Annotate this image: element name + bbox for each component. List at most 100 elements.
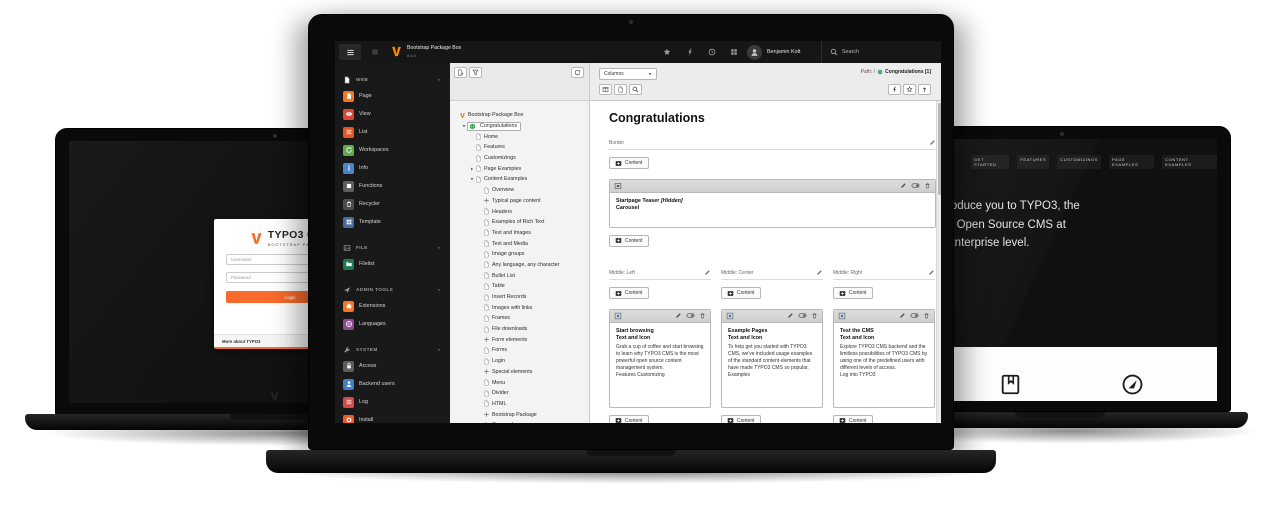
tree-item[interactable]: Home [450, 131, 589, 142]
tree-item-selected[interactable]: Congratulations [467, 122, 521, 131]
columns-button[interactable] [599, 84, 612, 95]
tree-item[interactable]: HTML [450, 399, 589, 410]
star-outline-button[interactable] [903, 84, 916, 95]
tree-item[interactable]: Bootstrap Package Box [450, 110, 589, 121]
tree-item[interactable]: Text and Images [450, 228, 589, 239]
sidebar-item-list[interactable]: List [335, 123, 450, 141]
star-icon[interactable] [663, 48, 671, 56]
menu-section-system[interactable]: SYSTEM [335, 342, 450, 357]
tree-item[interactable]: Carousel [450, 420, 589, 423]
page-button[interactable] [614, 84, 627, 95]
toggle-icon[interactable] [910, 311, 919, 320]
nav-item-customizings[interactable]: CUSTOMIZINGS [1057, 155, 1101, 169]
avatar[interactable] [747, 45, 762, 60]
sidebar-item-recycler[interactable]: Recycler [335, 195, 450, 213]
pencil-icon[interactable] [900, 182, 907, 189]
trash-icon[interactable] [699, 312, 706, 319]
sidebar-item-page[interactable]: Page [335, 87, 450, 105]
tree-item[interactable]: Any language, any character [450, 260, 589, 271]
trash-icon[interactable] [923, 312, 930, 319]
sidebar-item-template[interactable]: Template [335, 213, 450, 231]
sidebar-item-log[interactable]: Log [335, 393, 450, 411]
sidebar-item-info[interactable]: Info [335, 159, 450, 177]
tree-item[interactable]: Bullet List [450, 270, 589, 281]
share-button[interactable] [918, 84, 931, 95]
sidebar-item-backend-users[interactable]: Backend users [335, 375, 450, 393]
tree-item[interactable]: Table [450, 281, 589, 292]
tree-item[interactable]: Divider [450, 388, 589, 399]
trash-icon[interactable] [811, 312, 818, 319]
trash-icon[interactable] [924, 182, 931, 189]
clock-icon[interactable] [708, 48, 716, 56]
tree-item[interactable]: Examples of Rich Text [450, 217, 589, 228]
tree-item[interactable]: Content Examples [450, 174, 589, 185]
tree-item[interactable]: Image groups [450, 249, 589, 260]
tree-expand-icon[interactable] [468, 166, 475, 172]
add-content-button[interactable]: Content [721, 415, 761, 424]
breadcrumb-page[interactable]: Congratulations [1] [885, 69, 931, 75]
tree-item[interactable]: Insert Records [450, 292, 589, 303]
tree-item[interactable]: Congratulations [450, 121, 589, 132]
pencil-icon[interactable] [816, 269, 823, 276]
username-label[interactable]: Benjamin Kott [767, 49, 801, 55]
card-links[interactable]: Features Customizing [616, 372, 704, 379]
tree-item[interactable]: Text and Media [450, 238, 589, 249]
scrollbar-thumb[interactable] [938, 103, 941, 195]
nav-item-get-started[interactable]: GET STARTED [971, 155, 1009, 169]
sidebar-item-view[interactable]: View [335, 105, 450, 123]
content-element-body[interactable]: Example PagesText and IconTo help get yo… [722, 323, 822, 407]
sidebar-item-install[interactable]: Install [335, 411, 450, 423]
edit-section-icon[interactable] [929, 139, 936, 146]
add-content-button[interactable]: Content [609, 157, 649, 169]
menu-section-web[interactable]: WEB [335, 72, 450, 87]
tree-item[interactable]: Images with links [450, 302, 589, 313]
sidebar-item-languages[interactable]: Languages [335, 315, 450, 333]
modules-icon[interactable] [371, 48, 379, 56]
search-area[interactable]: Search [821, 41, 941, 63]
menu-toggle-button[interactable] [339, 44, 361, 60]
menu-section-file[interactable]: FILE [335, 240, 450, 255]
content-element-header[interactable] [722, 310, 822, 323]
tree-item[interactable]: Headers [450, 206, 589, 217]
add-content-button[interactable]: Content [609, 235, 649, 247]
bolt-button[interactable] [888, 84, 901, 95]
toggle-icon[interactable] [686, 311, 695, 320]
refresh-button[interactable] [571, 67, 584, 78]
content-element-body[interactable]: Startpage Teaser [Hidden] Carousel [610, 193, 935, 227]
tree-item[interactable]: Customizings [450, 153, 589, 164]
sidebar-item-extensions[interactable]: Extensions [335, 297, 450, 315]
tree-item[interactable]: Typical page content [450, 196, 589, 207]
tree-item[interactable]: Features [450, 142, 589, 153]
nav-item-content-examples[interactable]: CONTENT EXAMPLES [1162, 155, 1217, 169]
more-about-link[interactable]: More about TYPO3 [222, 339, 260, 344]
card-links[interactable]: Examples [728, 372, 816, 379]
tree-collapse-icon[interactable] [468, 176, 475, 182]
pencil-icon[interactable] [928, 269, 935, 276]
tree-item[interactable]: Login [450, 356, 589, 367]
columns-select[interactable]: Columns [599, 68, 657, 80]
content-element-body[interactable]: Test the CMSText and IconExplore TYPO3 C… [834, 323, 934, 407]
tree-item[interactable]: Menu [450, 377, 589, 388]
sidebar-item-functions[interactable]: Functions [335, 177, 450, 195]
content-scrollbar[interactable] [936, 101, 941, 423]
menu-section-admin-tools[interactable]: ADMIN TOOLS [335, 282, 450, 297]
add-content-button[interactable]: Content [609, 287, 649, 299]
toggle-icon[interactable] [798, 311, 807, 320]
grid-icon[interactable] [730, 48, 738, 56]
sidebar-item-access[interactable]: Access [335, 357, 450, 375]
card-links[interactable]: Log into TYPO3 [840, 372, 928, 379]
tree-item[interactable]: Page Examples [450, 163, 589, 174]
tree-item[interactable]: Special elements [450, 367, 589, 378]
new-page-button[interactable] [454, 67, 467, 78]
nav-item-features[interactable]: FEATURES [1017, 155, 1049, 169]
toggle-icon[interactable] [911, 181, 920, 190]
content-element-header[interactable] [834, 310, 934, 323]
add-content-button[interactable]: Content [833, 287, 873, 299]
tree-item[interactable]: Form elements [450, 334, 589, 345]
tree-item[interactable]: File downloads [450, 324, 589, 335]
add-content-button[interactable]: Content [721, 287, 761, 299]
content-element-header[interactable] [610, 310, 710, 323]
tree-collapse-icon[interactable] [460, 123, 467, 129]
content-element-body[interactable]: Start browsingText and IconGrab a cup of… [610, 323, 710, 407]
pencil-icon[interactable] [787, 312, 794, 319]
